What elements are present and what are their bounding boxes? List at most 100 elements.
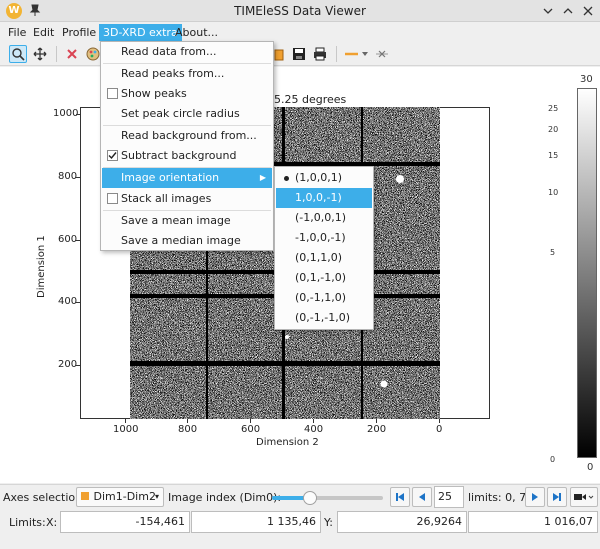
menu-item-show-peaks[interactable]: Show peaks [102,84,272,104]
y-axis-label: Dimension 1 [36,235,47,298]
x-tick-label: 200 [367,424,387,435]
axes-selection-combo[interactable]: Dim1-Dim2 ▾ [76,487,164,507]
x-tick-mark [313,419,314,423]
last-image-button[interactable] [547,487,567,507]
y-tick-label: 1000 [53,108,79,119]
menu-item-label: Show peaks [121,87,187,100]
menu-profile[interactable]: Profile [58,24,100,41]
orientation-option[interactable]: 1,0,0,-1) [276,188,372,208]
zoom-icon[interactable] [9,45,27,63]
toolbar-separator [336,46,337,62]
line-style-icon[interactable] [343,45,371,63]
colorbar[interactable] [577,88,597,458]
menu-item-peak-radius[interactable]: Set peak circle radius [102,104,272,124]
record-video-button[interactable] [570,487,598,507]
menu-item-label: Stack all images [121,192,212,205]
y-min-field[interactable]: 26,9264 [337,511,467,533]
menu-item-save-median[interactable]: Save a median image [102,231,272,251]
x-max-field[interactable]: 1 135,46 [191,511,321,533]
limits-text: limits: 0, 73 [468,491,534,504]
x-tick-mark [187,419,188,423]
y-tick-mark [76,302,80,303]
y-tick-label: 600 [58,234,78,245]
minimize-icon[interactable] [540,3,556,19]
y-tick-mark [76,177,80,178]
marker-style-icon[interactable] [373,45,391,63]
y-tick-mark [76,365,80,366]
submenu-arrow-icon: ▶ [259,173,266,182]
title-bar: W TIMEleSS Data Viewer [0,0,600,22]
menu-item-read-peaks[interactable]: Read peaks from... [102,64,272,84]
x-tick-mark [376,419,377,423]
x-axis-label: Dimension 2 [256,437,319,448]
stack-images-checkbox[interactable] [107,193,118,204]
colorbar-tick: 5 [550,248,556,257]
menu-edit[interactable]: Edit [29,24,58,41]
menu-about[interactable]: About... [171,24,222,41]
reset-icon[interactable] [63,45,81,63]
image-index-input[interactable]: 25 [434,486,464,508]
x-tick-label: 800 [178,424,198,435]
save-icon[interactable] [290,45,308,63]
maximize-icon[interactable] [560,3,576,19]
menu-item-label: Image orientation [121,171,220,184]
colorbar-min-label: 0 [587,462,594,473]
slider-handle[interactable] [303,491,317,505]
menu-item-read-data[interactable]: Read data from... [102,42,272,62]
menu-3dxrd-extra[interactable]: 3D-XRD extra [99,24,182,41]
first-image-button[interactable] [390,487,410,507]
previous-image-button[interactable] [412,487,432,507]
axes-icon [81,492,89,500]
toolbar [0,42,600,66]
colorbar-tick: 20 [548,125,559,134]
subtract-background-checkbox[interactable] [107,150,118,161]
close-icon[interactable] [580,3,596,19]
x-tick-label: 400 [304,424,324,435]
menu-3dxrd-dropdown: Read data from... Read peaks from... Sho… [100,41,274,251]
orientation-option-label: (1,0,0,1) [295,171,343,184]
orientation-submenu: (1,0,0,1) 1,0,0,-1) (-1,0,0,1) -1,0,0,-1… [274,166,374,330]
colorbar-tick: 15 [548,151,559,160]
axes-selection-value: Dim1-Dim2 [93,490,156,503]
x-tick-mark [439,419,440,423]
menu-item-stack-images[interactable]: Stack all images [102,189,272,209]
toolbar-separator [56,46,57,62]
menu-item-read-background[interactable]: Read background from... [102,126,272,146]
menu-file[interactable]: File [4,24,30,41]
x-tick-label: 0 [436,424,443,435]
image-controls-bar: Axes selection: Dim1-Dim2 ▾ Image index … [0,484,600,510]
limits-label: Limits: [9,516,46,529]
menu-item-subtract-background[interactable]: Subtract background [102,146,272,166]
orientation-option[interactable]: (-1,0,0,1) [276,208,372,228]
chevron-down-icon: ▾ [154,492,159,501]
orientation-option[interactable]: -1,0,0,-1) [276,228,372,248]
print-icon[interactable] [311,45,329,63]
y-max-field[interactable]: 1 016,07 [468,511,598,533]
plot-title: -5.25 degrees [270,93,347,106]
pan-icon[interactable] [31,45,49,63]
orientation-option[interactable]: (0,1,-1,0) [276,268,372,288]
orientation-option[interactable]: (0,-1,1,0) [276,288,372,308]
y-tick-label: 800 [58,171,78,182]
window-title: TIMEleSS Data Viewer [234,4,366,18]
menu-item-save-mean[interactable]: Save a mean image [102,211,272,231]
next-image-button[interactable] [525,487,545,507]
colorbar-max-label: 30 [580,74,593,85]
selected-radio-icon [284,176,289,181]
menu-item-label: Subtract background [121,149,237,162]
x-min-field[interactable]: -154,461 [60,511,190,533]
y-tick-mark [76,114,80,115]
orientation-option[interactable]: (0,1,1,0) [276,248,372,268]
axes-selection-label: Axes selection: [3,491,86,504]
orientation-option[interactable]: (0,-1,-1,0) [276,308,372,328]
colorbar-tick: 10 [548,188,559,197]
show-peaks-checkbox[interactable] [107,88,118,99]
y-tick-label: 200 [58,359,78,370]
image-index-label: Image index (Dim0): [168,491,282,504]
y-tick-label: 400 [58,296,78,307]
menu-item-image-orientation[interactable]: Image orientation ▶ [102,168,272,188]
x-tick-mark [250,419,251,423]
colorbar-tick: 25 [548,104,559,113]
orientation-option[interactable]: (1,0,0,1) [276,168,372,188]
colorbar-tick: 0 [550,455,556,464]
